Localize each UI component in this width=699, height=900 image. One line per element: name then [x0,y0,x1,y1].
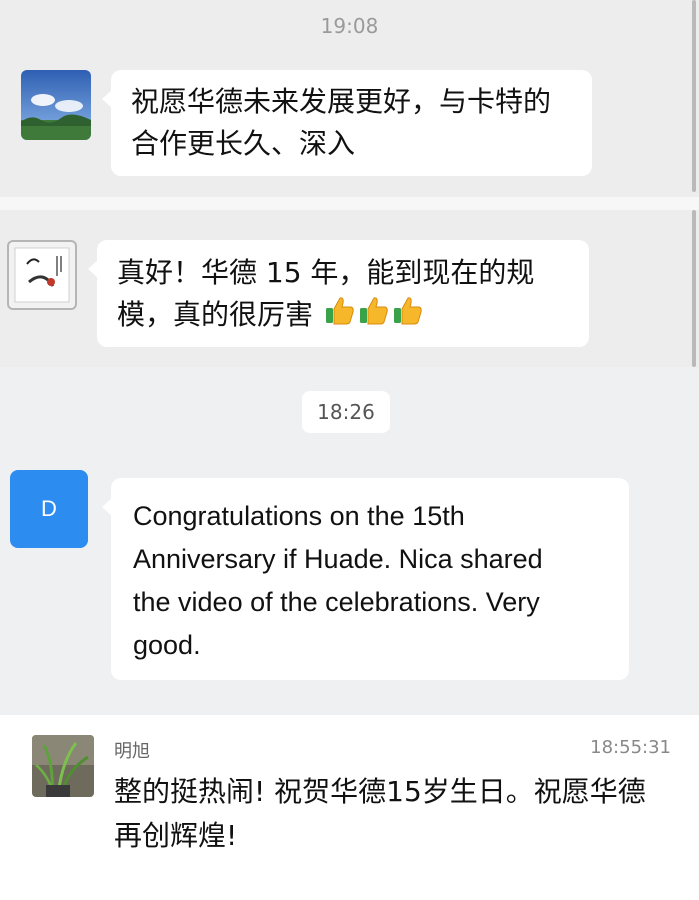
message-line: Congratulations on the 15th [133,501,465,531]
message-line: 模，真的很厉害 [117,298,314,331]
message-time: 18:55:31 [590,737,671,758]
sender-name: 明旭 [114,741,150,762]
calligraphy-painting-avatar[interactable] [7,240,77,310]
timestamp: 19:08 [320,14,379,38]
message-bubble[interactable]: 祝愿华德未来发展更好，与卡特的 合作更长久、深入 [102,70,592,176]
message-bubble[interactable]: Congratulations on the 15th Anniversary … [102,478,629,680]
thumbs-up-icon [392,294,424,338]
timestamp: 18:26 [302,391,390,433]
letter-avatar[interactable]: D [10,470,88,548]
message-line: Anniversary if Huade. Nica shared [133,544,543,574]
thumbs-up-icon [324,294,356,338]
message-bubble[interactable]: 真好！华德 15 年，能到现在的规 模，真的很厉害 [88,240,589,347]
message-line: 再创辉煌! [114,819,238,852]
divider [0,197,699,210]
plant-avatar[interactable] [32,735,94,797]
message-line: 合作更长久、深入 [131,127,356,160]
message-line: 整的挺热闹! 祝贺华德15岁生日。祝愿华德 [114,775,646,808]
sky-landscape-avatar[interactable] [21,70,91,140]
message-line: good. [133,630,201,660]
message-line: 真好！华德 15 年，能到现在的规 [117,256,535,289]
message-line: the video of the celebrations. Very [133,587,540,617]
message-line: 祝愿华德未来发展更好，与卡特的 [131,85,552,118]
avatar-letter: D [41,496,57,521]
comment-text: 整的挺热闹! 祝贺华德15岁生日。祝愿华德 再创辉煌! [114,770,684,858]
scrollbar[interactable] [692,210,696,367]
thumbs-up-icon [358,294,390,338]
